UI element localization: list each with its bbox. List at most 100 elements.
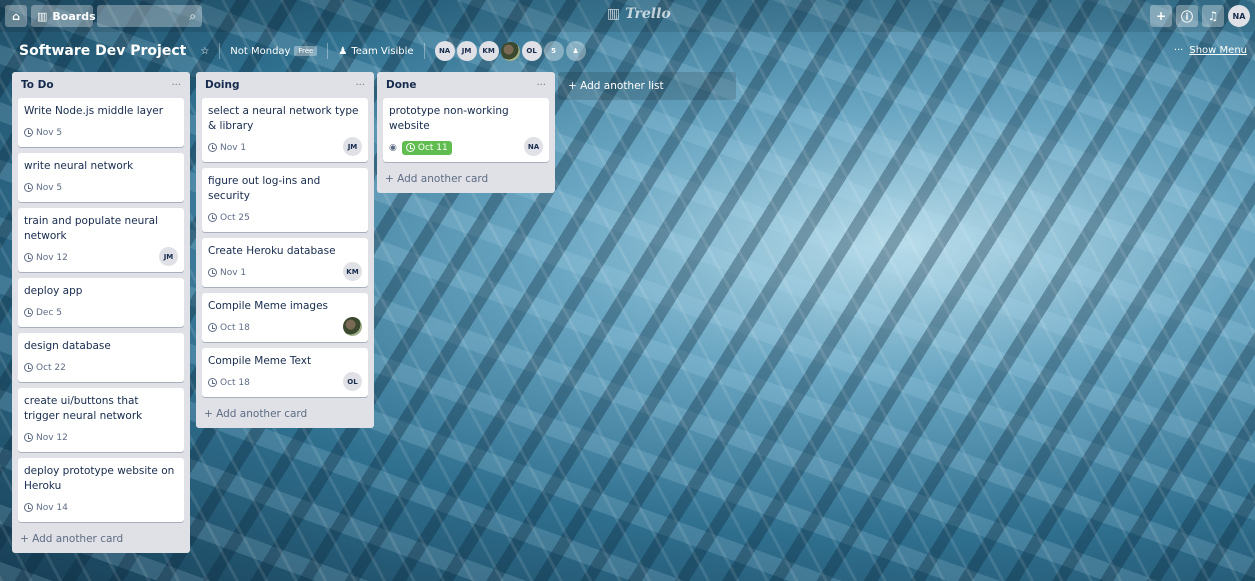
card-member-avatar[interactable]: JM	[159, 247, 178, 266]
add-card-button[interactable]: + Add another card	[383, 168, 549, 187]
card-title: Write Node.js middle layer	[24, 105, 164, 117]
create-button[interactable]: +	[1150, 5, 1172, 27]
due-date: Nov 12	[36, 252, 68, 263]
star-icon: ☆	[200, 45, 210, 57]
due-date: Oct 25	[220, 212, 250, 223]
card[interactable]: Compile Meme images Oct 18	[202, 293, 368, 342]
due-date: Nov 12	[36, 432, 68, 443]
boards-label: Boards	[52, 9, 96, 23]
list-menu-icon[interactable]: ···	[536, 80, 546, 91]
card-member-avatar[interactable]: NA	[524, 137, 543, 156]
home-icon: ⌂	[12, 9, 20, 23]
list-menu-icon[interactable]: ···	[355, 80, 365, 91]
due-date-badge: Nov 5	[24, 128, 62, 138]
card[interactable]: Create Heroku database Nov 1 KM	[202, 238, 368, 287]
home-button[interactable]: ⌂	[5, 5, 27, 27]
clock-icon	[24, 363, 33, 372]
board-title[interactable]: Software Dev Project	[19, 43, 186, 59]
plus-icon: +	[1155, 9, 1167, 23]
trello-logo-text: Trello	[625, 6, 671, 22]
list-menu-icon[interactable]: ···	[171, 80, 181, 91]
card-title: figure out log-ins and security	[208, 175, 321, 202]
clock-icon	[208, 143, 217, 152]
divider	[423, 43, 425, 59]
info-button[interactable]: ⓘ	[1176, 5, 1198, 27]
boards-button[interactable]: ▥ Boards	[31, 5, 96, 27]
add-card-button[interactable]: + Add another card	[202, 403, 368, 422]
add-list-button[interactable]: + Add another list	[558, 72, 736, 100]
due-date-badge: Nov 14	[24, 503, 68, 513]
card-member-avatar-photo[interactable]	[343, 317, 362, 336]
card[interactable]: deploy app Dec 5	[18, 278, 184, 327]
star-button[interactable]: ☆	[196, 40, 213, 62]
due-date: Oct 22	[36, 362, 66, 373]
due-date-badge: Oct 18	[208, 323, 250, 333]
notifications-button[interactable]: ♫	[1202, 5, 1224, 27]
card-member-avatar[interactable]: KM	[343, 262, 362, 281]
card[interactable]: Write Node.js middle layer Nov 5	[18, 98, 184, 147]
due-date-badge-complete[interactable]: Oct 11	[401, 140, 452, 155]
clock-icon	[405, 143, 415, 152]
due-date-badge: Oct 22	[24, 363, 66, 373]
top-header: ⌂ ▥ Boards ⌕ ▥ Trello + ⓘ ♫ NA	[0, 0, 1255, 32]
card[interactable]: Compile Meme Text Oct 18 OL	[202, 348, 368, 397]
show-menu-button[interactable]: ··· Show Menu	[1174, 45, 1247, 56]
add-card-button[interactable]: + Add another card	[18, 528, 184, 547]
member-avatar[interactable]: KM	[478, 41, 499, 61]
list-doing: Doing ··· select a neural network type &…	[196, 72, 374, 428]
due-date-badge: Dec 5	[24, 308, 62, 318]
search-input[interactable]: ⌕	[97, 5, 202, 27]
card[interactable]: create ui/buttons that trigger neural ne…	[18, 388, 184, 452]
more-members-count[interactable]: 5	[543, 41, 564, 61]
clock-icon	[24, 183, 33, 192]
list-to-do: To Do ··· Write Node.js middle layer Nov…	[12, 72, 190, 553]
list-title[interactable]: Done	[386, 79, 417, 91]
due-date-badge: Nov 1	[208, 143, 246, 153]
member-avatar-photo[interactable]	[500, 41, 520, 61]
visibility-button[interactable]: ♟ Team Visible	[334, 40, 417, 62]
divider	[219, 43, 221, 59]
member-avatar[interactable]: OL	[521, 41, 542, 61]
list-header: Done ···	[383, 72, 549, 98]
list-title[interactable]: Doing	[205, 79, 240, 91]
list-header: To Do ···	[18, 72, 184, 98]
clock-icon	[24, 253, 33, 262]
board-members: NA JM KM OL 5 ♟	[434, 41, 586, 61]
team-icon: ♟	[338, 45, 348, 57]
info-icon: ⓘ	[1180, 9, 1193, 24]
card[interactable]: deploy prototype website on Heroku Nov 1…	[18, 458, 184, 522]
invite-button[interactable]: ♟	[565, 41, 586, 61]
card-title: prototype non-working website	[389, 105, 509, 132]
card[interactable]: train and populate neural network Nov 12…	[18, 208, 184, 272]
due-date: Nov 5	[36, 182, 63, 193]
divider	[327, 43, 329, 59]
due-date: Oct 18	[220, 377, 250, 388]
card[interactable]: write neural network Nov 5	[18, 153, 184, 202]
card-title: deploy prototype website on Heroku	[24, 465, 175, 492]
list-header: Doing ···	[202, 72, 368, 98]
card[interactable]: prototype non-working website ◉ Oct 11 N…	[383, 98, 549, 162]
team-button[interactable]: Not Monday Free	[226, 40, 321, 62]
clock-icon	[24, 433, 33, 442]
due-date: Nov 5	[36, 127, 63, 138]
due-date-badge: Nov 1	[208, 268, 246, 278]
team-badge: Free	[294, 46, 318, 56]
trello-logo[interactable]: ▥ Trello	[607, 6, 671, 22]
member-avatar[interactable]: NA	[434, 41, 455, 61]
add-member-icon: ♟	[572, 47, 579, 55]
team-name: Not Monday	[230, 45, 291, 57]
member-avatar[interactable]: JM	[456, 41, 477, 61]
due-date: Nov 1	[220, 267, 247, 278]
user-avatar[interactable]: NA	[1228, 5, 1250, 27]
card[interactable]: design database Oct 22	[18, 333, 184, 382]
clock-icon	[208, 323, 217, 332]
trello-logo-icon: ▥	[607, 6, 621, 22]
card-title: write neural network	[24, 160, 134, 172]
visibility-label: Team Visible	[351, 45, 414, 57]
card[interactable]: figure out log-ins and security Oct 25	[202, 168, 368, 232]
list-title[interactable]: To Do	[21, 79, 54, 91]
card-title: select a neural network type & library	[208, 105, 359, 132]
card-member-avatar[interactable]: JM	[343, 137, 362, 156]
card[interactable]: select a neural network type & library N…	[202, 98, 368, 162]
card-member-avatar[interactable]: OL	[343, 372, 362, 391]
